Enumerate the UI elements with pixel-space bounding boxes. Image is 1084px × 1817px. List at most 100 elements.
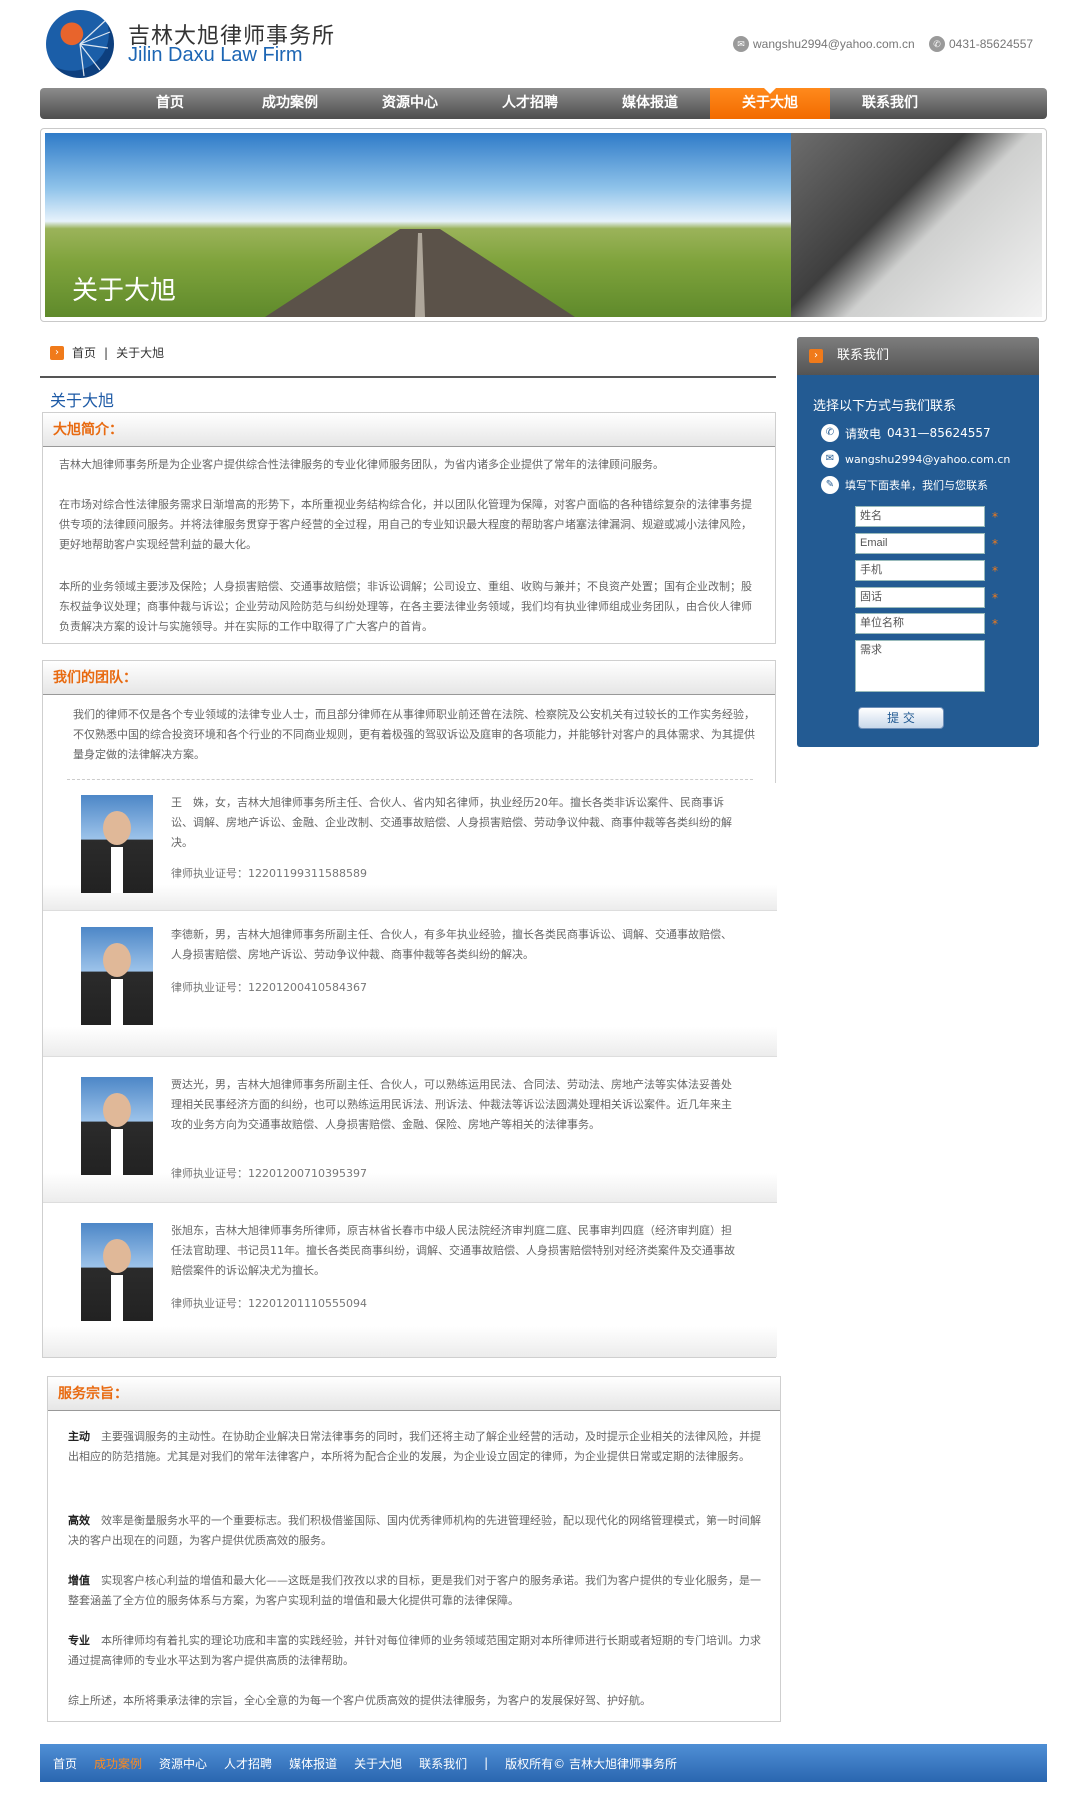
sidebar-phone-number: 0431—85624557 bbox=[887, 426, 991, 440]
company-field[interactable]: 单位名称 bbox=[855, 613, 985, 634]
need-textarea[interactable]: 需求 bbox=[855, 640, 985, 692]
footer-link-cases[interactable]: 成功案例 bbox=[94, 1755, 142, 1772]
service-text: 效率是衡量服务水平的一个重要标志。我们积极借鉴国际、国内优秀律师机构的先进管理经… bbox=[68, 1514, 761, 1547]
service-item: 专业 本所律师均有着扎实的理论功底和丰富的实践经验，并针对每位律师的业务领域范围… bbox=[68, 1631, 764, 1671]
member-photo bbox=[81, 795, 153, 893]
logo-icon[interactable] bbox=[46, 10, 114, 78]
sidebar-form-hint: ✎ 填写下面表单，我们与您联系 bbox=[821, 476, 988, 494]
member-license: 律师执业证号：12201200710395397 bbox=[171, 1167, 367, 1180]
sidebar-title: 联系我们 bbox=[837, 348, 890, 363]
footer-link-contact[interactable]: 联系我们 bbox=[419, 1755, 467, 1772]
name-field[interactable]: 姓名 bbox=[855, 506, 985, 527]
footer-link-about[interactable]: 关于大旭 bbox=[354, 1755, 402, 1772]
footer-link-resources[interactable]: 资源中心 bbox=[159, 1755, 207, 1772]
header-phone-text: 0431-85624557 bbox=[949, 37, 1034, 51]
page-title: 关于大旭 bbox=[50, 391, 115, 410]
header-email-text: wangshu2994@yahoo.com.cn bbox=[753, 37, 915, 51]
arrow-right-icon: › bbox=[809, 349, 823, 363]
team-heading: 我们的团队： bbox=[43, 661, 775, 695]
member-bio: 王 姝，女，吉林大旭律师事务所主任、合伙人、省内知名律师，执业经历20年。擅长各… bbox=[171, 796, 732, 849]
service-summary: 综上所述，本所将秉承法律的宗旨，全心全意的为每一个客户优质高效的提供法律服务，为… bbox=[68, 1694, 651, 1707]
mail-icon: ✉ bbox=[821, 450, 839, 468]
banner-title: 关于大旭 bbox=[72, 276, 177, 306]
service-term: 增值 bbox=[68, 1574, 90, 1587]
logo-title-en: Jilin Daxu Law Firm bbox=[128, 44, 303, 66]
member-photo bbox=[81, 927, 153, 1025]
breadcrumb-separator: | bbox=[104, 345, 109, 360]
member-license: 律师执业证号：12201199311588589 bbox=[171, 867, 367, 880]
nav-item-media[interactable]: 媒体报道 bbox=[590, 88, 710, 119]
nav-item-about[interactable]: 关于大旭 bbox=[710, 88, 830, 119]
member-photo bbox=[81, 1077, 153, 1175]
breadcrumb-current: 关于大旭 bbox=[116, 346, 165, 360]
intro-paragraph: 本所的业务领域主要涉及保险；人身损害赔偿、交通事故赔偿；非诉讼调解；公司设立、重… bbox=[59, 580, 752, 633]
breadcrumb: › 首页 | 关于大旭 bbox=[50, 344, 164, 361]
email-field[interactable]: Email bbox=[855, 533, 985, 554]
banner bbox=[40, 128, 1047, 322]
team-member: 李德新，男，吉林大旭律师事务所副主任、合伙人，有多年执业经验，擅长各类民商事诉讼… bbox=[43, 911, 777, 1057]
member-bio: 贾达光，男，吉林大旭律师事务所副主任、合伙人，可以熟练运用民法、合同法、劳动法、… bbox=[171, 1078, 732, 1131]
mobile-field[interactable]: 手机 bbox=[855, 560, 985, 581]
sidebar-phone: ✆ 请致电 0431—85624557 bbox=[821, 424, 991, 442]
required-mark: * bbox=[992, 564, 998, 578]
member-license: 律师执业证号：12201200410584367 bbox=[171, 981, 367, 994]
nav-item-resources[interactable]: 资源中心 bbox=[350, 88, 470, 119]
required-mark: * bbox=[992, 537, 998, 551]
breadcrumb-home[interactable]: 首页 bbox=[72, 344, 96, 361]
service-text: 实现客户核心利益的增值和最大化——这既是我们孜孜以求的目标，更是我们对于客户的服… bbox=[68, 1574, 761, 1607]
main-nav: 首页 成功案例 资源中心 人才招聘 媒体报道 关于大旭 联系我们 bbox=[40, 88, 1047, 119]
service-item: 增值 实现客户核心利益的增值和最大化——这既是我们孜孜以求的目标，更是我们对于客… bbox=[68, 1571, 764, 1611]
service-heading: 服务宗旨： bbox=[48, 1377, 780, 1411]
sidebar-header: › 联系我们 bbox=[797, 337, 1039, 375]
sidebar-subtitle: 选择以下方式与我们联系 bbox=[813, 399, 957, 414]
nav-item-cases[interactable]: 成功案例 bbox=[230, 88, 350, 119]
nav-item-careers[interactable]: 人才招聘 bbox=[470, 88, 590, 119]
header-phone: ✆ 0431-85624557 bbox=[929, 36, 1033, 52]
member-bio: 李德新，男，吉林大旭律师事务所副主任、合伙人，有多年执业经验，擅长各类民商事诉讼… bbox=[171, 928, 732, 961]
service-term: 主动 bbox=[68, 1430, 90, 1443]
intro-heading: 大旭简介： bbox=[43, 413, 775, 447]
banner-writing-image bbox=[791, 133, 1042, 317]
service-item: 高效 效率是衡量服务水平的一个重要标志。我们积极借鉴国际、国内优秀律师机构的先进… bbox=[68, 1511, 764, 1551]
sidebar-email[interactable]: ✉ wangshu2994@yahoo.com.cn bbox=[821, 450, 1010, 468]
team-member: 王 姝，女，吉林大旭律师事务所主任、合伙人、省内知名律师，执业经历20年。擅长各… bbox=[43, 783, 777, 911]
divider bbox=[40, 376, 776, 378]
nav-item-contact[interactable]: 联系我们 bbox=[830, 88, 950, 119]
required-mark: * bbox=[992, 617, 998, 631]
footer-separator: | bbox=[484, 1756, 489, 1770]
intro-paragraph: 在市场对综合性法律服务需求日渐增高的形势下，本所重视业务结构综合化，并以团队化管… bbox=[59, 498, 752, 551]
intro-paragraph: 吉林大旭律师事务所是为企业客户提供综合性法律服务的专业化律师服务团队，为省内诸多… bbox=[59, 458, 664, 471]
service-term: 专业 bbox=[68, 1634, 90, 1647]
pencil-icon: ✎ bbox=[821, 476, 839, 494]
service-section: 服务宗旨： 主动 主要强调服务的主动性。在协助企业解决日常法律事务的同时，我们还… bbox=[47, 1376, 781, 1722]
service-text: 主要强调服务的主动性。在协助企业解决日常法律事务的同时，我们还将主动了解企业经营… bbox=[68, 1430, 761, 1463]
header-email[interactable]: ✉ wangshu2994@yahoo.com.cn bbox=[733, 36, 915, 52]
sidebar-form-hint-text: 填写下面表单，我们与您联系 bbox=[845, 479, 988, 492]
phone-icon: ✆ bbox=[821, 424, 839, 442]
footer-link-media[interactable]: 媒体报道 bbox=[289, 1755, 337, 1772]
team-section: 我们的团队： 我们的律师不仅是各个专业领域的法律专业人士，而且部分律师在从事律师… bbox=[42, 660, 777, 1358]
nav-item-home[interactable]: 首页 bbox=[110, 88, 230, 119]
footer: 首页 成功案例 资源中心 人才招聘 媒体报道 关于大旭 联系我们 | 版权所有©… bbox=[40, 1744, 1047, 1782]
required-mark: * bbox=[992, 510, 998, 524]
service-term: 高效 bbox=[68, 1514, 90, 1527]
submit-button[interactable]: 提 交 bbox=[858, 707, 944, 729]
divider bbox=[67, 779, 753, 780]
tel-field[interactable]: 固话 bbox=[855, 587, 985, 608]
footer-link-home[interactable]: 首页 bbox=[53, 1755, 77, 1772]
footer-copyright: 版权所有© 吉林大旭律师事务所 bbox=[505, 1756, 677, 1771]
phone-icon: ✆ bbox=[929, 36, 945, 52]
footer-link-careers[interactable]: 人才招聘 bbox=[224, 1755, 272, 1772]
service-text: 本所律师均有着扎实的理论功底和丰富的实践经验，并针对每位律师的业务领域范围定期对… bbox=[68, 1634, 761, 1667]
arrow-right-icon: › bbox=[50, 345, 64, 360]
team-member: 张旭东，吉林大旭律师事务所律师，原吉林省长春市中级人民法院经济审判庭二庭、民事审… bbox=[43, 1203, 777, 1357]
page: { "header": { "logo_cn": "吉林大旭律师事务所", "l… bbox=[0, 0, 1084, 1817]
intro-section: 大旭简介： 吉林大旭律师事务所是为企业客户提供综合性法律服务的专业化律师服务团队… bbox=[42, 412, 776, 644]
sidebar-phone-label: 请致电 bbox=[845, 426, 882, 441]
team-intro: 我们的律师不仅是各个专业领域的法律专业人士，而且部分律师在从事律师职业前还曾在法… bbox=[73, 708, 755, 761]
sidebar-email-text: wangshu2994@yahoo.com.cn bbox=[845, 452, 1011, 466]
team-member: 贾达光，男，吉林大旭律师事务所副主任、合伙人，可以熟练运用民法、合同法、劳动法、… bbox=[43, 1057, 777, 1203]
service-item: 主动 主要强调服务的主动性。在协助企业解决日常法律事务的同时，我们还将主动了解企… bbox=[68, 1427, 764, 1467]
required-mark: * bbox=[992, 591, 998, 605]
mail-icon: ✉ bbox=[733, 36, 749, 52]
